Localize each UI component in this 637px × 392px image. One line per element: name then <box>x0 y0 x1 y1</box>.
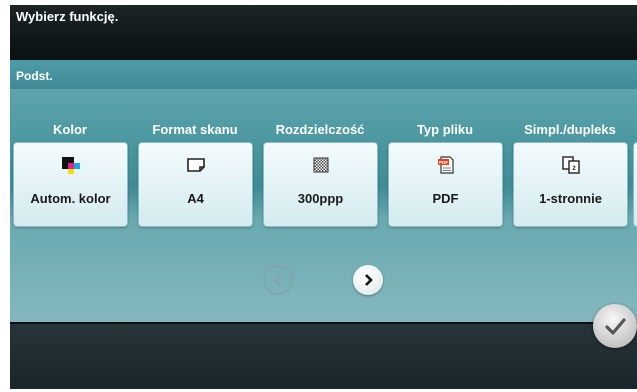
checkmark-icon <box>605 318 626 335</box>
function-resolution: Rozdzielczość 300ppp <box>260 89 380 229</box>
function-title-color: Kolor <box>53 122 87 137</box>
resolution-icon <box>313 157 329 173</box>
simplex-duplex-button[interactable]: 2 1-stronnie <box>513 142 628 227</box>
function-value-scan-size: A4 <box>187 191 204 206</box>
bottom-bar <box>10 322 637 389</box>
function-file-type: Typ pliku PDF PDF <box>385 89 505 229</box>
paper-size-icon <box>187 158 205 172</box>
svg-text:PDF: PDF <box>439 160 448 165</box>
pdf-file-icon: PDF <box>438 156 454 174</box>
function-simplex-duplex: Simpl./dupleks 2 1-stronnie <box>510 89 630 229</box>
color-auto-icon <box>62 157 80 174</box>
function-title-file-type: Typ pliku <box>416 122 474 137</box>
function-color: Kolor Autom. kolor <box>10 89 130 229</box>
function-area: Kolor Autom. kolor Format skanu A4 Rozdz… <box>10 89 637 322</box>
next-function-button-partial[interactable] <box>633 142 637 227</box>
function-value-resolution: 300ppp <box>297 191 344 206</box>
function-scan-size: Format skanu A4 <box>135 89 255 229</box>
chevron-right-icon <box>365 274 373 286</box>
simplex-duplex-icon: 2 <box>562 156 580 174</box>
color-button[interactable]: Autom. kolor <box>13 142 128 227</box>
resolution-button[interactable]: 300ppp <box>263 142 378 227</box>
function-title-scan-size: Format skanu <box>152 122 238 137</box>
function-value-simplex-duplex: 1-stronnie <box>539 191 602 206</box>
previous-page-button[interactable] <box>263 265 293 295</box>
tab-bar: Podst. <box>10 60 637 89</box>
panel-screen: Wybierz funkcję. Podst. Kolor Autom. kol… <box>10 5 637 389</box>
page-title: Wybierz funkcję. <box>16 9 119 24</box>
file-type-button[interactable]: PDF PDF <box>388 142 503 227</box>
chevron-left-icon <box>273 274 281 286</box>
tab-basic[interactable]: Podst. <box>16 69 53 83</box>
function-value-color: Autom. kolor <box>30 191 111 206</box>
function-value-file-type: PDF <box>432 191 459 206</box>
header-bar: Wybierz funkcję. <box>10 5 637 57</box>
ok-button[interactable] <box>593 304 637 348</box>
function-title-simplex-duplex: Simpl./dupleks <box>524 122 616 137</box>
scan-size-button[interactable]: A4 <box>138 142 253 227</box>
function-title-resolution: Rozdzielczość <box>275 122 365 137</box>
next-page-button[interactable] <box>353 265 383 295</box>
